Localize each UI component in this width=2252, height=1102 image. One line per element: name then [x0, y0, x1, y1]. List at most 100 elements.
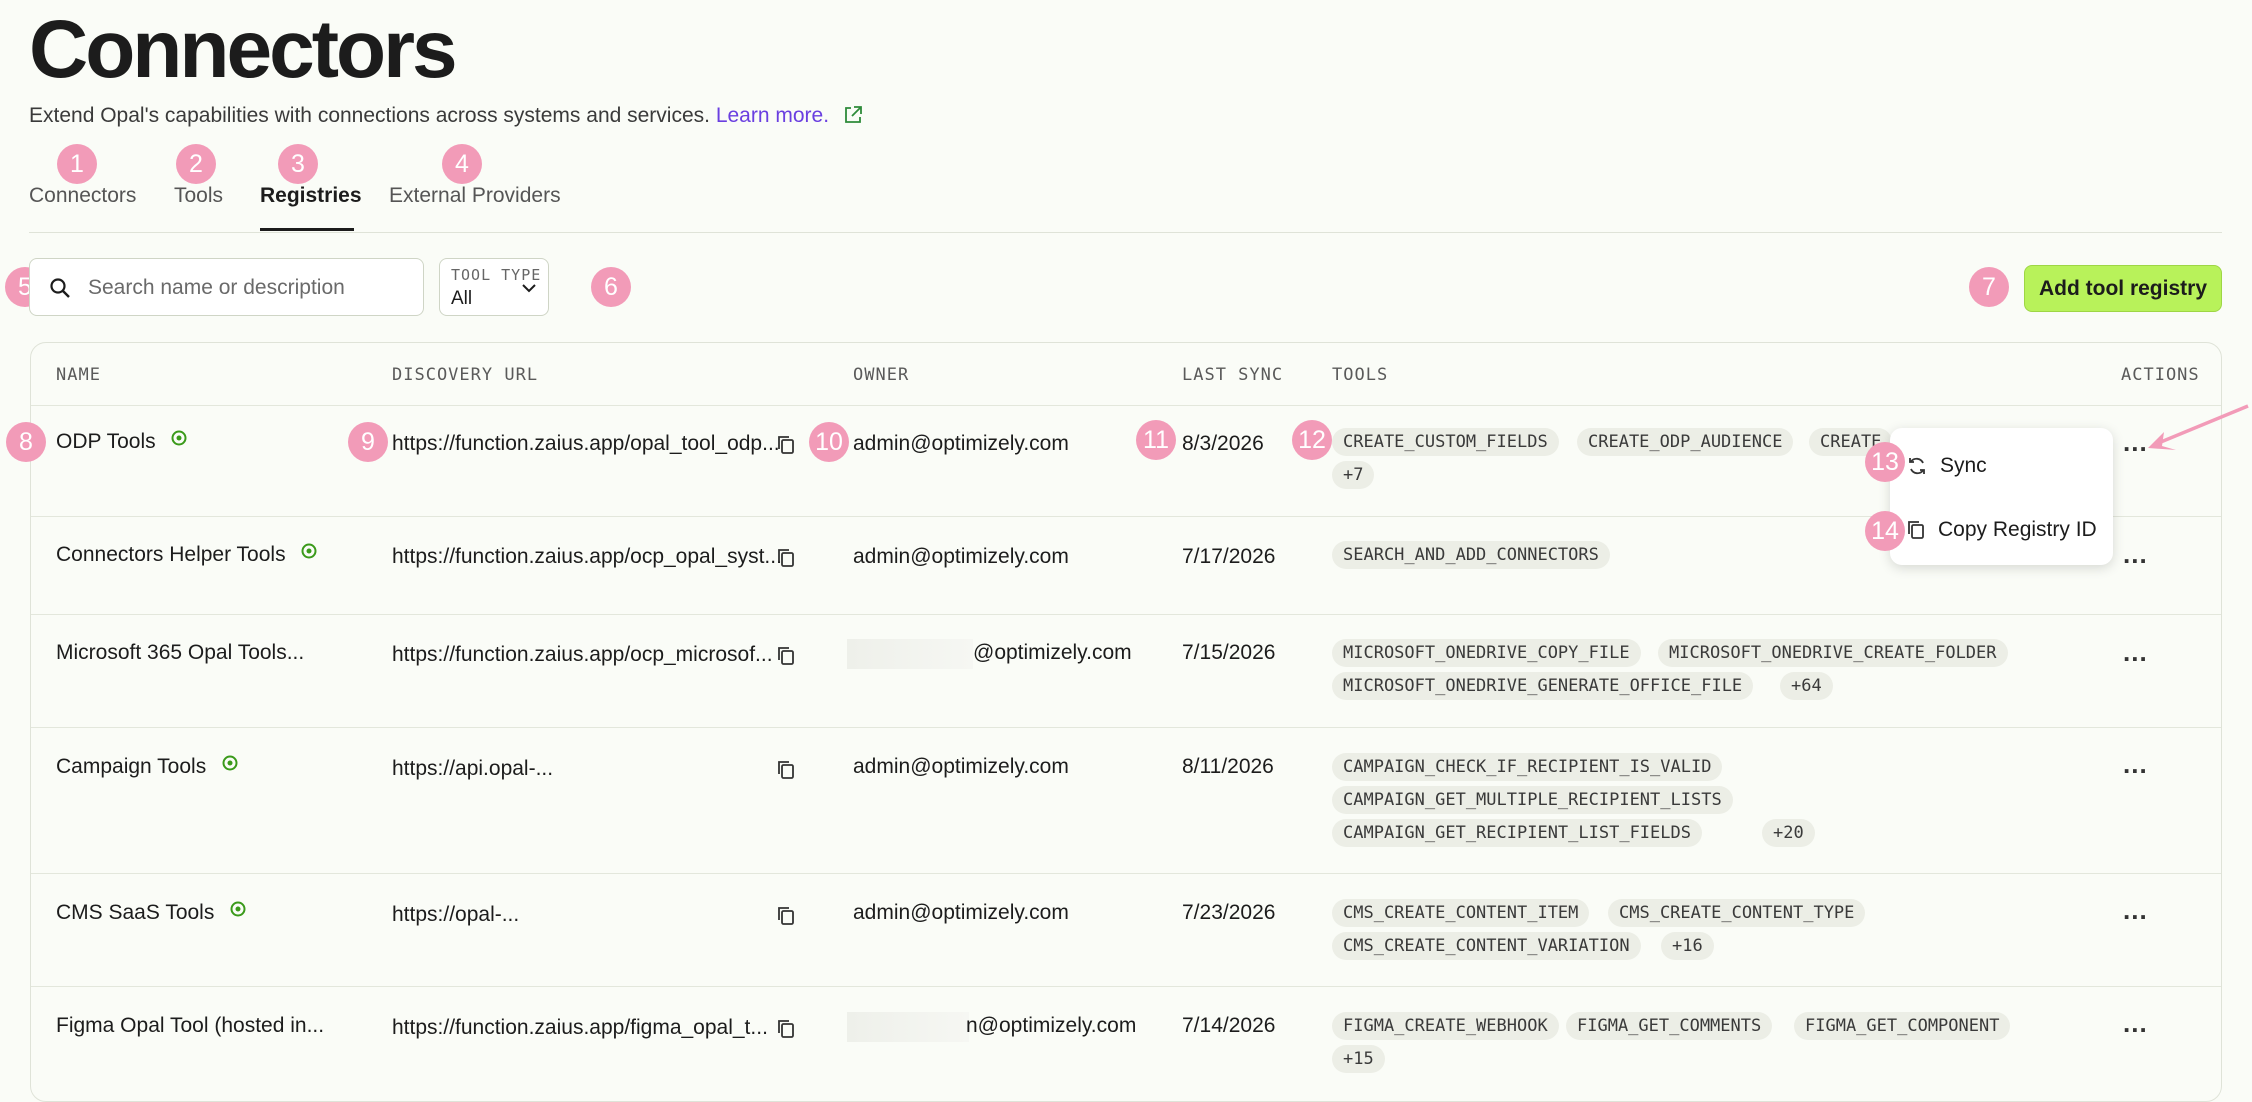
tool-chip: CREATE_CUSTOM_FIELDS — [1332, 428, 1559, 456]
tool-chip: MICROSOFT_ONEDRIVE_CREATE_FOLDER — [1658, 639, 2008, 667]
tool-chip: CMS_CREATE_CONTENT_ITEM — [1332, 899, 1590, 927]
tool-chip: CAMPAIGN_GET_RECIPIENT_LIST_FIELDS — [1332, 819, 1702, 847]
redacted-owner-name — [847, 639, 973, 669]
registry-name: ODP Tools — [56, 430, 156, 453]
owner-column-badge: 10 — [809, 422, 849, 462]
discovery-url: https://function.zaius.app/figma_opal_t.… — [392, 1016, 768, 1039]
row-divider — [31, 873, 2221, 874]
copy-icon[interactable] — [776, 759, 796, 781]
table-row-name[interactable]: ODP Tools — [56, 430, 187, 454]
row-divider — [31, 727, 2221, 728]
tool-chip: CAMPAIGN_CHECK_IF_RECIPIENT_IS_VALID — [1332, 753, 1723, 781]
discovery-url: https://opal-... — [392, 903, 520, 926]
row-actions-button[interactable]: ... — [2123, 1008, 2148, 1039]
tool-chip-more[interactable]: +20 — [1762, 819, 1815, 847]
menu-item-sync[interactable]: Sync — [1906, 454, 1987, 478]
external-link-icon[interactable] — [843, 105, 863, 125]
row-actions-menu: Sync Copy Registry ID — [1890, 428, 2113, 565]
copy-icon[interactable] — [776, 1018, 796, 1040]
status-active-icon — [171, 430, 187, 446]
row-divider — [31, 986, 2221, 987]
copy-registry-menu-badge: 14 — [1865, 511, 1905, 551]
search-input[interactable] — [86, 271, 410, 305]
tabs-divider — [29, 232, 2222, 233]
row-actions-button[interactable]: ... — [2123, 749, 2148, 780]
tab-connectors[interactable]: Connectors — [29, 184, 136, 208]
column-header-name[interactable]: NAME — [56, 365, 101, 385]
column-header-discovery-url[interactable]: DISCOVERY URL — [392, 365, 538, 385]
column-header-last-sync[interactable]: LAST SYNC — [1182, 365, 1283, 385]
column-header-tools[interactable]: TOOLS — [1332, 365, 1388, 385]
tool-chip: FIGMA_GET_COMMENTS — [1566, 1012, 1773, 1040]
tool-chip: MICROSOFT_ONEDRIVE_GENERATE_OFFICE_FILE — [1332, 672, 1754, 700]
last-sync-date: 7/14/2026 — [1182, 1014, 1276, 1037]
registry-name: Figma Opal Tool (hosted in... — [56, 1014, 325, 1037]
tool-chip: FIGMA_GET_COMPONENT — [1794, 1012, 2011, 1040]
tab-tools-badge: 2 — [176, 144, 216, 184]
tool-chip-more[interactable]: +7 — [1332, 461, 1375, 489]
status-active-icon — [222, 755, 238, 771]
tool-chip-more[interactable]: +15 — [1332, 1045, 1385, 1073]
tool-chip: CAMPAIGN_GET_MULTIPLE_RECIPIENT_LISTS — [1332, 786, 1733, 814]
row-divider — [31, 405, 2221, 406]
tool-type-value: All — [451, 288, 473, 309]
tool-chip-more[interactable]: +16 — [1661, 932, 1714, 960]
last-sync-date: 7/23/2026 — [1182, 901, 1276, 924]
search-box[interactable] — [29, 258, 424, 316]
owner-email: admin@optimizely.com — [853, 545, 1069, 568]
pointer-arrow-icon — [2148, 404, 2249, 450]
last-sync-date: 7/17/2026 — [1182, 545, 1276, 568]
owner-email: admin@optimizely.com — [853, 901, 1069, 924]
column-header-actions: ACTIONS — [2121, 365, 2200, 385]
url-column-badge: 9 — [348, 422, 388, 462]
tab-registries[interactable]: Registries — [260, 184, 362, 208]
tool-type-select[interactable]: TOOL TYPE All — [439, 258, 549, 316]
row-actions-button[interactable]: ... — [2123, 895, 2148, 926]
row-actions-button[interactable]: ... — [2123, 637, 2148, 668]
tool-chip: SEARCH_AND_ADD_CONNECTORS — [1332, 541, 1610, 569]
table-row-name[interactable]: Figma Opal Tool (hosted in... — [56, 1014, 324, 1038]
table-row-name[interactable]: Connectors Helper Tools — [56, 543, 317, 567]
copy-icon[interactable] — [776, 905, 796, 927]
chevron-down-icon — [522, 284, 536, 293]
column-header-owner[interactable]: OWNER — [853, 365, 909, 385]
add-tool-registry-button[interactable]: Add tool registry — [2024, 265, 2222, 312]
name-column-badge: 8 — [6, 422, 46, 462]
owner-email: @optimizely.com — [973, 641, 1132, 664]
status-active-icon — [301, 543, 317, 559]
tab-tools[interactable]: Tools — [174, 184, 223, 208]
tool-chip: CMS_CREATE_CONTENT_VARIATION — [1332, 932, 1641, 960]
discovery-url: https://function.zaius.app/ocp_microsof.… — [392, 643, 773, 666]
copy-icon[interactable] — [776, 547, 796, 569]
row-actions-button[interactable]: ... — [2123, 539, 2148, 570]
table-row-name[interactable]: CMS SaaS Tools — [56, 901, 246, 925]
tool-chip: FIGMA_CREATE_WEBHOOK — [1332, 1012, 1559, 1040]
last-sync-column-badge: 11 — [1136, 420, 1176, 460]
subtitle-text: Extend Opal's capabilities with connecti… — [29, 104, 710, 127]
copy-icon — [1908, 521, 1924, 539]
last-sync-date: 8/3/2026 — [1182, 432, 1264, 455]
table-row-name[interactable]: Campaign Tools — [56, 755, 238, 779]
tool-chip: CREATE_ODP_AUDIENCE — [1577, 428, 1794, 456]
menu-item-label: Copy Registry ID — [1938, 518, 2097, 541]
sync-menu-badge: 13 — [1865, 442, 1905, 482]
active-tab-indicator — [260, 228, 354, 231]
search-icon — [50, 278, 70, 298]
tab-registries-badge: 3 — [278, 144, 318, 184]
sync-icon — [1909, 457, 1925, 475]
learn-more-link[interactable]: Learn more. — [716, 104, 829, 127]
table-row-name[interactable]: Microsoft 365 Opal Tools... — [56, 641, 304, 665]
tab-external-providers[interactable]: External Providers — [389, 184, 561, 208]
tool-chip-more[interactable]: +64 — [1780, 672, 1833, 700]
registry-name: Connectors Helper Tools — [56, 543, 286, 566]
copy-icon[interactable] — [776, 434, 796, 456]
redacted-owner-name — [847, 1012, 969, 1042]
owner-email: n@optimizely.com — [966, 1014, 1137, 1037]
copy-icon[interactable] — [776, 645, 796, 667]
tool-chip: CMS_CREATE_CONTENT_TYPE — [1608, 899, 1866, 927]
row-divider — [31, 614, 2221, 615]
tool-chip: MICROSOFT_ONEDRIVE_COPY_FILE — [1332, 639, 1641, 667]
menu-item-copy-registry-id[interactable]: Copy Registry ID — [1906, 518, 2097, 542]
add-button-badge: 7 — [1969, 267, 2009, 307]
registry-name: Microsoft 365 Opal Tools... — [56, 641, 305, 664]
